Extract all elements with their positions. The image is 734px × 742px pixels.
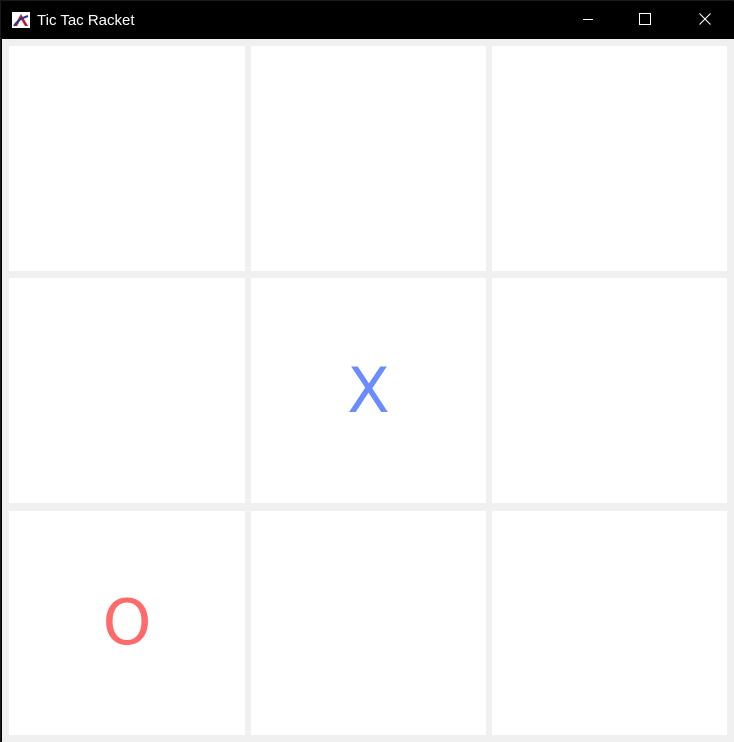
game-board: X O (2, 39, 734, 742)
close-icon (699, 12, 711, 30)
minimize-icon (582, 12, 594, 30)
maximize-icon (639, 12, 651, 30)
maximize-button[interactable] (622, 3, 668, 39)
window-title: Tic Tac Racket (37, 12, 135, 29)
app-window: Tic Tac Racket X O (0, 0, 734, 742)
racket-logo-icon (12, 12, 30, 28)
minimize-button[interactable] (565, 3, 611, 39)
title-bar[interactable]: Tic Tac Racket (2, 2, 734, 39)
board-cell-8[interactable] (251, 511, 486, 735)
board-cell-6[interactable] (492, 278, 727, 503)
board-cell-7[interactable]: O (9, 511, 245, 735)
board-cell-3[interactable] (492, 46, 727, 271)
board-cell-1[interactable] (9, 46, 245, 271)
board-cell-2[interactable] (251, 46, 486, 271)
board-cell-4[interactable] (9, 278, 245, 503)
close-button[interactable] (682, 3, 728, 39)
board-cell-9[interactable] (492, 511, 727, 735)
board-cell-5[interactable]: X (251, 278, 486, 503)
